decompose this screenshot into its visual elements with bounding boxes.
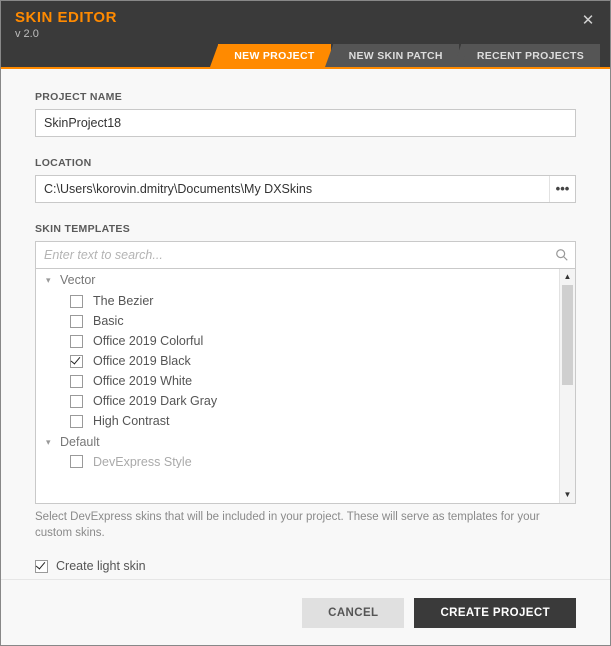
item-label: Basic bbox=[93, 314, 124, 328]
checkbox[interactable] bbox=[70, 395, 83, 408]
project-name-label: PROJECT NAME bbox=[35, 91, 576, 103]
close-icon[interactable]: ✕ bbox=[578, 11, 598, 31]
item-label: Office 2019 Dark Gray bbox=[93, 394, 217, 408]
app-version: v 2.0 bbox=[15, 28, 39, 40]
create-light-skin-row[interactable]: Create light skin bbox=[35, 559, 576, 573]
search-wrap bbox=[35, 241, 576, 268]
list-item[interactable]: High Contrast bbox=[36, 411, 559, 431]
search-icon bbox=[555, 248, 569, 262]
app-title: SKIN EDITOR bbox=[15, 9, 117, 26]
skin-templates-block: SKIN TEMPLATES ▾ Vector The Bezier bbox=[35, 223, 576, 541]
footer: CANCEL CREATE PROJECT bbox=[1, 579, 610, 645]
location-block: LOCATION ••• bbox=[35, 157, 576, 203]
project-name-input[interactable] bbox=[35, 109, 576, 137]
project-name-block: PROJECT NAME bbox=[35, 91, 576, 137]
item-label: The Bezier bbox=[93, 294, 153, 308]
create-light-skin-checkbox[interactable] bbox=[35, 560, 48, 573]
checkbox[interactable] bbox=[70, 375, 83, 388]
browse-button[interactable]: ••• bbox=[549, 176, 575, 202]
list-item[interactable]: Office 2019 Colorful bbox=[36, 331, 559, 351]
group-label: Vector bbox=[60, 273, 95, 287]
chevron-down-icon: ▾ bbox=[46, 437, 56, 448]
group-label: Default bbox=[60, 435, 100, 449]
checkbox[interactable] bbox=[70, 295, 83, 308]
item-label: High Contrast bbox=[93, 414, 169, 428]
scroll-down-icon[interactable]: ▼ bbox=[560, 487, 575, 503]
checkbox[interactable] bbox=[70, 315, 83, 328]
chevron-down-icon: ▾ bbox=[46, 275, 56, 286]
tab-new-skin-patch[interactable]: NEW SKIN PATCH bbox=[333, 44, 459, 67]
group-default[interactable]: ▾ Default bbox=[36, 431, 559, 453]
list-item[interactable]: Office 2019 Dark Gray bbox=[36, 391, 559, 411]
list-item[interactable]: Basic bbox=[36, 311, 559, 331]
titlebar: SKIN EDITOR v 2.0 ✕ NEW PROJECT NEW SKIN… bbox=[1, 1, 610, 69]
tab-strip: NEW PROJECT NEW SKIN PATCH RECENT PROJEC… bbox=[218, 44, 600, 67]
location-input[interactable] bbox=[35, 175, 576, 203]
item-label: Office 2019 Black bbox=[93, 354, 191, 368]
item-label: Office 2019 White bbox=[93, 374, 192, 388]
list-item[interactable]: DevExpress Style bbox=[36, 453, 559, 468]
list-item[interactable]: Office 2019 Black bbox=[36, 351, 559, 371]
list-item[interactable]: Office 2019 White bbox=[36, 371, 559, 391]
scrollbar[interactable]: ▲ ▼ bbox=[559, 269, 575, 503]
skin-template-tree: ▾ Vector The Bezier Basic Office 2019 Co… bbox=[35, 268, 576, 504]
checkbox[interactable] bbox=[70, 355, 83, 368]
content-panel: PROJECT NAME LOCATION ••• SKIN TEMPLATES… bbox=[1, 69, 610, 579]
location-label: LOCATION bbox=[35, 157, 576, 169]
cancel-button[interactable]: CANCEL bbox=[302, 598, 404, 628]
skin-templates-label: SKIN TEMPLATES bbox=[35, 223, 576, 235]
help-text: Select DevExpress skins that will be inc… bbox=[35, 510, 576, 541]
scroll-up-icon[interactable]: ▲ bbox=[560, 269, 575, 285]
checkbox[interactable] bbox=[70, 335, 83, 348]
create-light-skin-label: Create light skin bbox=[56, 559, 146, 573]
list-item[interactable]: The Bezier bbox=[36, 291, 559, 311]
create-project-button[interactable]: CREATE PROJECT bbox=[414, 598, 576, 628]
tab-recent-projects[interactable]: RECENT PROJECTS bbox=[461, 44, 600, 67]
item-label: Office 2019 Colorful bbox=[93, 334, 203, 348]
checkbox[interactable] bbox=[70, 415, 83, 428]
tree-scroll-area: ▾ Vector The Bezier Basic Office 2019 Co… bbox=[36, 269, 559, 503]
tab-new-project[interactable]: NEW PROJECT bbox=[218, 44, 330, 67]
group-vector[interactable]: ▾ Vector bbox=[36, 269, 559, 291]
checkbox[interactable] bbox=[70, 455, 83, 468]
item-label: DevExpress Style bbox=[93, 455, 192, 469]
scroll-thumb[interactable] bbox=[562, 285, 573, 385]
search-input[interactable] bbox=[36, 242, 575, 268]
